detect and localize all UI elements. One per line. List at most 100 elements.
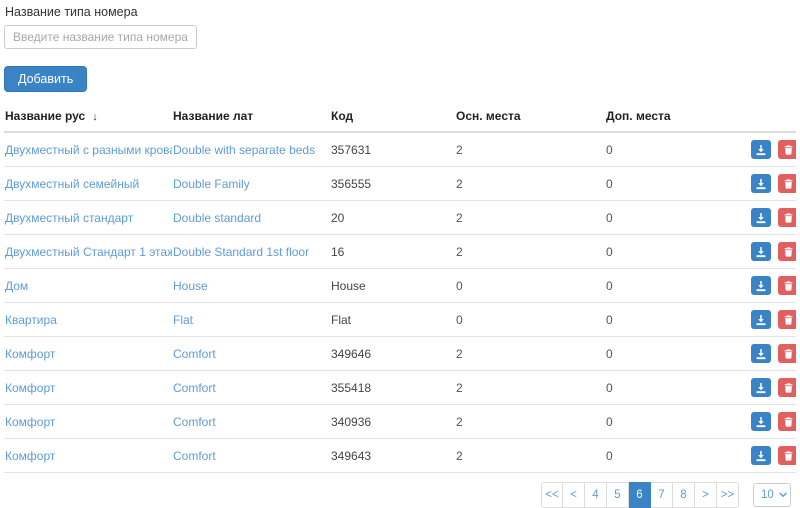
delete-button[interactable] (778, 276, 796, 295)
main-places-value: 2 (455, 439, 605, 473)
download-icon (755, 348, 767, 360)
room-type-name-lat-link[interactable]: Comfort (173, 449, 216, 463)
page-button[interactable]: 5 (607, 482, 629, 508)
room-type-name-lat-link[interactable]: Comfort (173, 381, 216, 395)
extra-places-value: 0 (605, 337, 746, 371)
room-type-name-ru-link[interactable]: Дом (5, 279, 28, 293)
table-row: Двухместный с разными кроватями Double w… (4, 132, 796, 167)
main-places-value: 2 (455, 132, 605, 167)
main-places-value: 2 (455, 405, 605, 439)
add-button[interactable]: Добавить (4, 66, 87, 92)
room-type-code: 340936 (330, 405, 455, 439)
download-button[interactable] (751, 242, 771, 261)
room-type-name-input[interactable] (4, 25, 197, 49)
room-type-name-ru-link[interactable]: Комфорт (5, 347, 55, 361)
room-type-name-ru-link[interactable]: Двухместный с разными кроватями (5, 143, 172, 157)
download-icon (755, 178, 767, 190)
page-button[interactable]: 6 (629, 482, 651, 508)
col-header-code[interactable]: Код (330, 101, 455, 132)
room-type-name-lat-link[interactable]: Double Standard 1st floor (173, 245, 309, 259)
table-header-row: Название рус↓ Название лат Код Осн. мест… (4, 101, 796, 132)
col-header-extra-places[interactable]: Доп. места (605, 101, 746, 132)
room-type-code: 357631 (330, 132, 455, 167)
page-button[interactable]: 7 (651, 482, 673, 508)
download-button[interactable] (751, 446, 771, 465)
page-button[interactable]: 8 (673, 482, 695, 508)
delete-button[interactable] (778, 174, 796, 193)
download-button[interactable] (751, 344, 771, 363)
download-button[interactable] (751, 276, 771, 295)
trash-icon (783, 450, 794, 462)
room-type-name-lat-link[interactable]: Comfort (173, 415, 216, 429)
room-type-name-ru-link[interactable]: Комфорт (5, 415, 55, 429)
page-button[interactable]: > (695, 482, 717, 508)
extra-places-value: 0 (605, 405, 746, 439)
main-places-value: 0 (455, 269, 605, 303)
delete-button[interactable] (778, 344, 796, 363)
download-icon (755, 314, 767, 326)
table-row: Комфорт Comfort 349643 2 0 (4, 439, 796, 473)
download-icon (755, 246, 767, 258)
room-type-name-lat-link[interactable]: Comfort (173, 347, 216, 361)
trash-icon (783, 382, 794, 394)
room-type-name-ru-link[interactable]: Двухместный Стандарт 1 этаж (5, 245, 172, 259)
room-type-name-ru-link[interactable]: Комфорт (5, 381, 55, 395)
room-type-name-lat-link[interactable]: House (173, 279, 208, 293)
delete-button[interactable] (778, 208, 796, 227)
trash-icon (783, 314, 794, 326)
download-button[interactable] (751, 378, 771, 397)
col-header-actions (746, 101, 796, 132)
main-places-value: 2 (455, 167, 605, 201)
room-type-name-input-wrap (4, 25, 796, 49)
room-type-code: 20 (330, 201, 455, 235)
main-places-value: 2 (455, 201, 605, 235)
room-type-name-ru-link[interactable]: Двухместный семейный (5, 177, 139, 191)
main-places-value: 2 (455, 371, 605, 405)
room-type-name-ru-link[interactable]: Комфорт (5, 449, 55, 463)
extra-places-value: 0 (605, 201, 746, 235)
download-icon (755, 144, 767, 156)
download-button[interactable] (751, 208, 771, 227)
delete-button[interactable] (778, 310, 796, 329)
trash-icon (783, 416, 794, 428)
download-button[interactable] (751, 140, 771, 159)
table-body: Двухместный с разными кроватями Double w… (4, 132, 796, 473)
download-button[interactable] (751, 174, 771, 193)
download-button[interactable] (751, 412, 771, 431)
delete-button[interactable] (778, 378, 796, 397)
delete-button[interactable] (778, 412, 796, 431)
main-places-value: 2 (455, 337, 605, 371)
pagination: << < 4 5 6 7 8 > >> (541, 482, 739, 508)
page-size-select[interactable]: 10 (753, 483, 791, 507)
page-button[interactable]: 4 (585, 482, 607, 508)
page-button[interactable]: < (563, 482, 585, 508)
delete-button[interactable] (778, 242, 796, 261)
room-types-table: Название рус↓ Название лат Код Осн. мест… (4, 101, 796, 473)
extra-places-value: 0 (605, 132, 746, 167)
room-type-name-ru-link[interactable]: Двухместный стандарт (5, 211, 133, 225)
col-header-name-lat[interactable]: Название лат (172, 101, 330, 132)
table-row: Двухместный семейный Double Family 35655… (4, 167, 796, 201)
extra-places-value: 0 (605, 303, 746, 337)
room-type-code: House (330, 269, 455, 303)
col-header-name-ru[interactable]: Название рус↓ (4, 101, 172, 132)
download-icon (755, 280, 767, 292)
delete-button[interactable] (778, 140, 796, 159)
room-type-name-ru-link[interactable]: Квартира (5, 313, 57, 327)
room-type-name-lat-link[interactable]: Double standard (173, 211, 261, 225)
trash-icon (783, 212, 794, 224)
extra-places-value: 0 (605, 371, 746, 405)
room-type-name-lat-link[interactable]: Double Family (173, 177, 250, 191)
download-button[interactable] (751, 310, 771, 329)
table-row: Комфорт Comfort 355418 2 0 (4, 371, 796, 405)
delete-button[interactable] (778, 446, 796, 465)
page-size-control: 10 (753, 483, 791, 507)
page-button[interactable]: >> (717, 482, 739, 508)
trash-icon (783, 246, 794, 258)
table-row: Дом House House 0 0 (4, 269, 796, 303)
room-type-name-lat-link[interactable]: Double with separate beds (173, 143, 315, 157)
room-type-name-lat-link[interactable]: Flat (173, 313, 193, 327)
col-header-main-places[interactable]: Осн. места (455, 101, 605, 132)
room-types-page: Название типа номера Добавить Название р… (0, 0, 800, 508)
page-button[interactable]: << (541, 482, 563, 508)
